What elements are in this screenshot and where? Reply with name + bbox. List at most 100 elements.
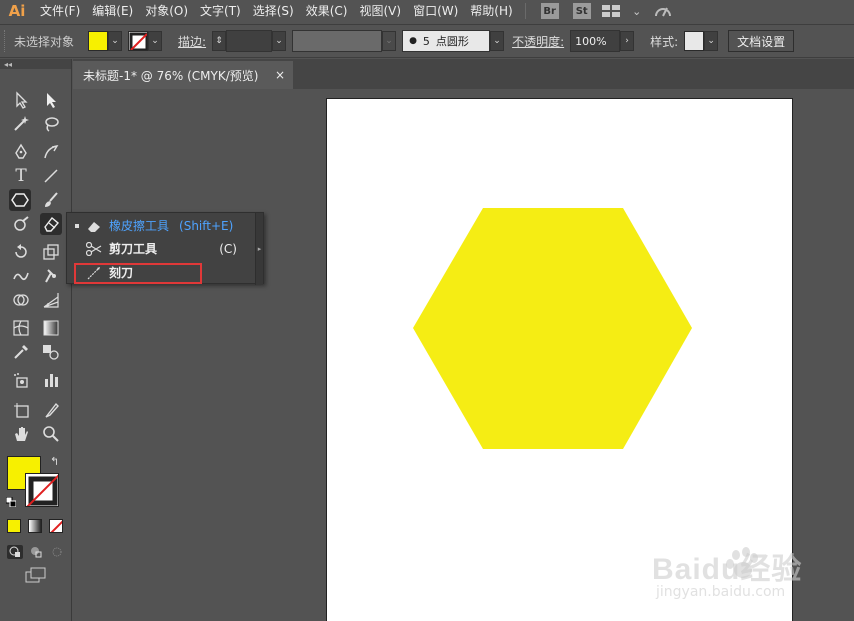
flyout-label-eraser: 橡皮擦工具 xyxy=(109,219,170,233)
menu-select[interactable]: 选择(S) xyxy=(247,0,300,22)
document-tab-title: 未标题-1* @ 76% (CMYK/预览) xyxy=(83,68,259,83)
brush-shape: 点圆形 xyxy=(435,35,469,48)
mesh-tool[interactable] xyxy=(10,317,32,339)
type-tool[interactable]: T xyxy=(10,165,32,187)
stroke-weight-dropdown[interactable]: ⌄ xyxy=(272,31,287,51)
menu-type[interactable]: 文字(T) xyxy=(194,0,247,22)
blend-tool[interactable] xyxy=(40,341,62,363)
column-graph-tool[interactable] xyxy=(40,369,62,391)
baidu-watermark: Baidu经验 jingyan.baidu.com xyxy=(650,540,850,610)
opacity-field[interactable]: 100% xyxy=(570,30,621,52)
default-fill-stroke-icon[interactable] xyxy=(5,496,17,508)
hand-tool[interactable] xyxy=(10,423,32,445)
selection-tool[interactable] xyxy=(10,89,32,111)
flyout-tearoff-arrow[interactable]: ▸ xyxy=(255,213,263,285)
color-mode-button[interactable] xyxy=(7,519,21,533)
workspace-layout-icon[interactable] xyxy=(601,4,620,18)
shape-builder-tool[interactable] xyxy=(10,289,32,311)
flyout-shortcut-scissors: (C) xyxy=(219,241,237,256)
style-label: 样式: xyxy=(650,34,679,49)
opacity-label: 不透明度: xyxy=(512,34,565,49)
draw-behind-icon[interactable] xyxy=(28,545,44,559)
stroke-swatch-large[interactable] xyxy=(25,473,59,507)
none-mode-button[interactable] xyxy=(49,519,63,533)
bridge-button[interactable]: Br xyxy=(540,3,559,19)
menu-bar: Ai 文件(F) 编辑(E) 对象(O) 文字(T) 选择(S) 效果(C) 视… xyxy=(0,0,854,22)
selection-status: 未选择对象 xyxy=(14,34,75,49)
scale-tool[interactable] xyxy=(40,241,62,263)
swap-fill-stroke-icon[interactable]: ↰ xyxy=(50,455,59,468)
menu-file[interactable]: 文件(F) xyxy=(34,0,86,22)
eraser-tool[interactable] xyxy=(40,213,62,235)
chevron-down-icon[interactable]: ⌄ xyxy=(628,4,646,18)
zoom-tool[interactable] xyxy=(40,423,62,445)
brush-dropdown[interactable]: ⌄ xyxy=(490,31,505,51)
puppet-warp-tool[interactable] xyxy=(40,265,62,287)
slice-tool[interactable] xyxy=(40,399,62,421)
document-setup-button[interactable]: 文档设置 xyxy=(728,30,795,52)
menu-window[interactable]: 窗口(W) xyxy=(407,0,464,22)
line-segment-tool[interactable] xyxy=(40,165,62,187)
yellow-hexagon[interactable] xyxy=(413,208,692,449)
menu-effect[interactable]: 效果(C) xyxy=(300,0,354,22)
draw-normal-icon[interactable] xyxy=(7,545,23,559)
collapse-panel-icon[interactable]: ◂◂ xyxy=(0,59,71,69)
gradient-tool[interactable] xyxy=(40,317,62,339)
polygon-tool[interactable] xyxy=(9,189,31,211)
profile-dropdown[interactable]: ⌄ xyxy=(382,31,397,51)
stroke-dropdown-arrow[interactable]: ⌄ xyxy=(148,31,163,51)
menu-edit[interactable]: 编辑(E) xyxy=(86,0,139,22)
screen-mode-icon[interactable] xyxy=(25,567,47,583)
menu-divider xyxy=(524,3,526,19)
document-tab[interactable]: 未标题-1* @ 76% (CMYK/预览) × xyxy=(73,61,293,89)
style-dropdown[interactable]: ⌄ xyxy=(704,31,719,51)
paintbrush-tool[interactable] xyxy=(40,189,62,211)
artboard-tool[interactable] xyxy=(10,399,32,421)
gradient-mode-button[interactable] xyxy=(28,519,42,533)
tools-panel: ◂◂ T ↰ xyxy=(0,59,72,621)
draw-inside-icon[interactable] xyxy=(49,545,65,559)
menu-object[interactable]: 对象(O) xyxy=(139,0,194,22)
watermark-url: jingyan.baidu.com xyxy=(656,584,786,600)
document-tab-strip: 未标题-1* @ 76% (CMYK/预览) × xyxy=(73,59,854,89)
close-icon[interactable]: × xyxy=(275,68,285,82)
stroke-label: 描边: xyxy=(178,34,207,49)
gpu-performance-icon[interactable] xyxy=(654,4,672,18)
curvature-tool[interactable] xyxy=(40,141,62,163)
brush-definition-field[interactable]: ● 5 点圆形 xyxy=(402,30,491,52)
flyout-shortcut-eraser: (Shift+E) xyxy=(179,218,234,233)
flyout-item-eraser[interactable]: 橡皮擦工具 (Shift+E) xyxy=(67,214,257,237)
graphic-style-swatch[interactable] xyxy=(684,31,705,51)
fill-dropdown-arrow[interactable]: ⌄ xyxy=(108,31,123,51)
flyout-label-scissors: 剪刀工具 xyxy=(109,242,158,256)
brush-dot-icon: ● xyxy=(409,36,417,46)
symbol-sprayer-tool[interactable] xyxy=(10,369,32,391)
lasso-tool[interactable] xyxy=(40,113,62,135)
stroke-weight-stepper[interactable]: ⇕ xyxy=(212,31,227,51)
menu-view[interactable]: 视图(V) xyxy=(353,0,407,22)
perspective-grid-tool[interactable] xyxy=(40,289,62,311)
brush-size: 5 xyxy=(422,34,430,48)
stroke-weight-field[interactable] xyxy=(226,30,273,52)
control-bar: 未选择对象 ⌄ ⌄ 描边: ⇕ ⌄ ⌄ ● 5 点圆形 ⌄ 不透明度: 100%… xyxy=(0,24,854,58)
eyedropper-tool[interactable] xyxy=(10,341,32,363)
direct-selection-tool[interactable] xyxy=(40,89,62,111)
type-tool-glyph: T xyxy=(15,166,27,186)
stock-button[interactable]: St xyxy=(572,3,591,19)
flyout-item-scissors[interactable]: 剪刀工具 (C) xyxy=(67,237,257,260)
warp-tool[interactable] xyxy=(10,265,32,287)
pen-tool[interactable] xyxy=(10,141,32,163)
knife-highlight-box xyxy=(74,263,202,284)
stroke-color-swatch[interactable] xyxy=(128,31,149,51)
panel-grip[interactable] xyxy=(4,30,8,52)
shaper-tool[interactable] xyxy=(10,213,32,235)
fill-color-swatch[interactable] xyxy=(88,31,109,51)
variable-width-profile[interactable] xyxy=(292,30,383,52)
menu-help[interactable]: 帮助(H) xyxy=(464,0,518,22)
rotate-tool[interactable] xyxy=(10,241,32,263)
watermark-brand: Baidu经验 xyxy=(652,553,803,586)
active-bullet-icon xyxy=(75,223,79,228)
magic-wand-tool[interactable] xyxy=(10,113,32,135)
opacity-expand-arrow[interactable]: › xyxy=(620,31,635,51)
scissors-icon xyxy=(85,241,103,257)
